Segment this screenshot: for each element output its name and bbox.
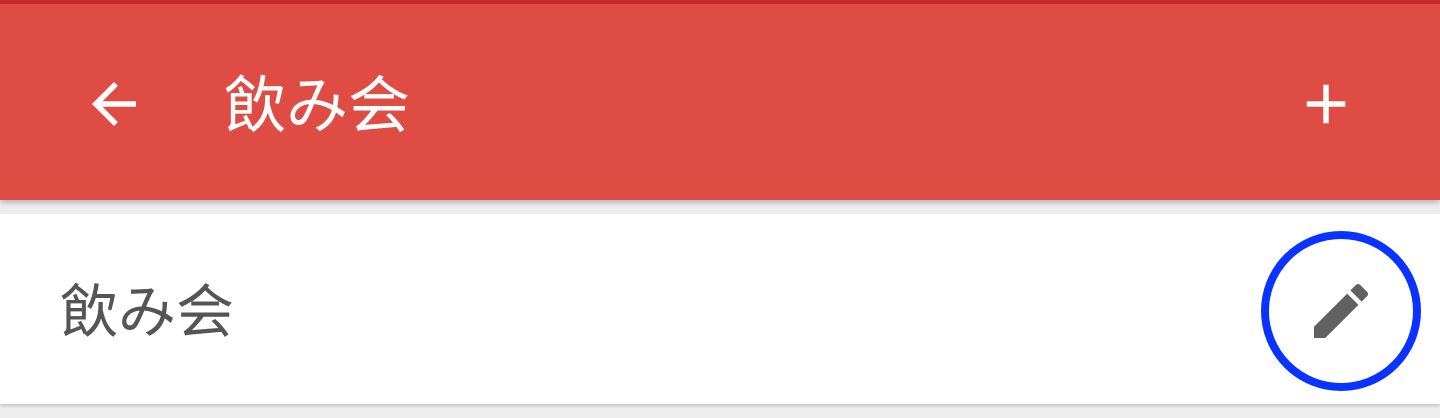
back-button[interactable]	[66, 56, 162, 152]
pencil-icon	[1314, 283, 1369, 338]
plus-icon	[1306, 84, 1346, 124]
app-toolbar: 飲み会	[0, 4, 1440, 200]
edit-button[interactable]	[1261, 231, 1421, 391]
list-item[interactable]: 飲み会	[0, 214, 1440, 404]
page-title: 飲み会	[224, 69, 411, 142]
add-button[interactable]	[1278, 56, 1374, 152]
app-screen: 飲み会 飲み会	[0, 0, 1440, 418]
arrow-left-icon	[92, 82, 136, 126]
list-item-label: 飲み会	[60, 278, 235, 346]
